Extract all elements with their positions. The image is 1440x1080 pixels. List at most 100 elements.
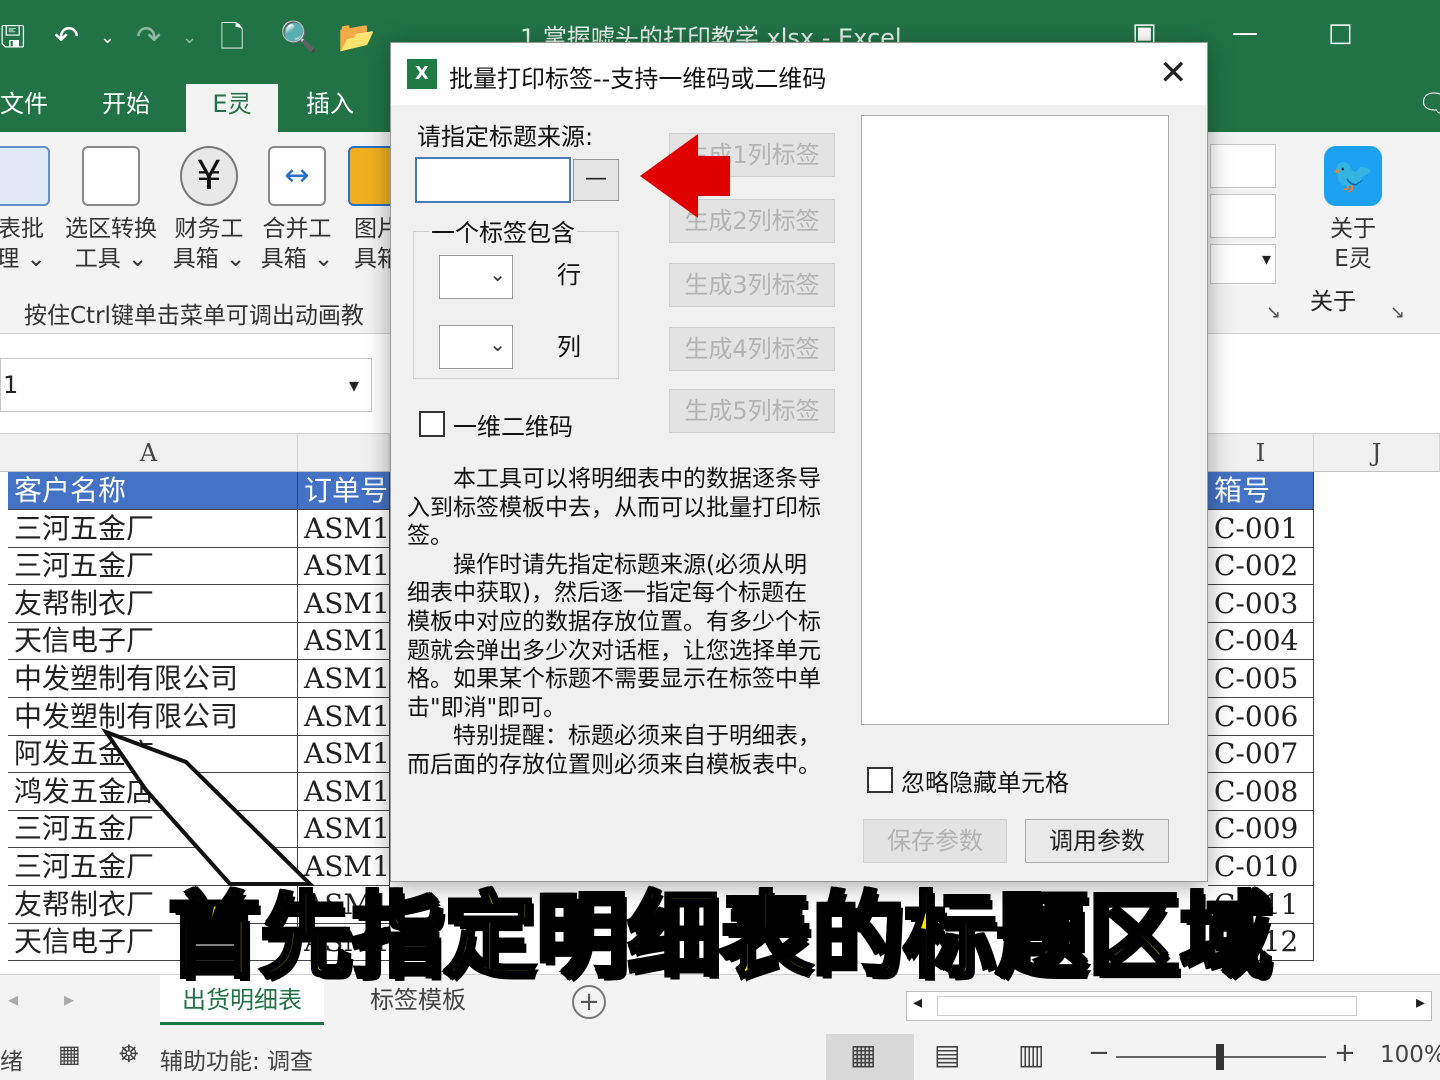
open-folder-icon[interactable]: 📂 xyxy=(338,18,375,58)
undo-icon[interactable]: ↶ xyxy=(54,18,79,58)
tab-eling[interactable]: E灵 xyxy=(186,84,278,132)
zoom-in-icon[interactable]: + xyxy=(1334,1038,1356,1068)
chevron-down-icon: ⌄ xyxy=(489,262,506,286)
accessibility-icon[interactable]: ☸ xyxy=(118,1040,140,1068)
ribbon-label: E灵 xyxy=(1334,246,1372,272)
ignore-hidden-checkbox[interactable] xyxy=(867,767,893,793)
tab-file[interactable]: 文件 xyxy=(0,84,62,132)
table-cell-box[interactable]: C-004 xyxy=(1208,622,1314,661)
accessibility-status[interactable]: 辅助功能: 调查 xyxy=(160,1042,313,1076)
table-cell-order[interactable]: ASM190 xyxy=(298,509,390,548)
bird-icon: 🐦 xyxy=(1324,146,1382,206)
zoom-level[interactable]: 100% xyxy=(1380,1042,1440,1068)
dialog-launcher-icon[interactable]: ↘ xyxy=(1266,302,1281,323)
generate-3-col-button[interactable]: 生成3列标签 xyxy=(669,263,835,307)
save-params-button[interactable]: 保存参数 xyxy=(863,819,1007,863)
table-cell-box[interactable]: C-001 xyxy=(1208,509,1314,548)
chevron-down-icon[interactable]: ▾ xyxy=(349,359,359,411)
preview-list-box[interactable] xyxy=(861,115,1169,725)
cols-combo[interactable]: ⌄ xyxy=(439,325,513,369)
horizontal-scrollbar[interactable]: ◂ ▸ xyxy=(906,991,1432,1021)
about-eling-button[interactable]: 🐦 关于 E灵 xyxy=(1308,146,1398,274)
table-cell-order[interactable]: ASM190 xyxy=(298,584,390,623)
ribbon-label: 关于 xyxy=(1330,216,1376,242)
ribbon-label: 具箱 ⌄ xyxy=(172,246,246,272)
column-header-j[interactable]: J xyxy=(1314,434,1440,472)
about-group-label: 关于 xyxy=(1310,289,1356,315)
table-cell-box[interactable]: C-003 xyxy=(1208,584,1314,623)
table-cell-box[interactable]: C-008 xyxy=(1208,772,1314,811)
close-icon[interactable]: ✕ xyxy=(1159,53,1188,93)
table-cell-box[interactable]: C-002 xyxy=(1208,547,1314,586)
table-cell-order[interactable]: ASM190 xyxy=(298,547,390,586)
table-convert-icon xyxy=(82,146,140,206)
page-break-icon[interactable]: ▥ xyxy=(1018,1038,1044,1071)
new-file-icon[interactable]: 🗋 xyxy=(220,18,244,58)
ribbon-field-1[interactable] xyxy=(1210,144,1276,188)
undo-dropdown-icon[interactable]: ⌄ xyxy=(100,18,115,58)
header-cell-box[interactable]: 箱号 xyxy=(1208,472,1314,510)
dialog-launcher-icon[interactable]: ↘ xyxy=(1390,302,1405,323)
ribbon-label: 具箱 ⌄ xyxy=(260,246,334,272)
status-bar: 绪 ▦ ☸ 辅助功能: 调查 ▦ ▤ ▥ − + 100% xyxy=(0,1034,1440,1080)
grid-view-icon: ▦ xyxy=(850,1038,877,1071)
ribbon-dropdown[interactable]: ▾ xyxy=(1210,244,1276,284)
zoom-out-icon[interactable]: − xyxy=(1088,1038,1110,1068)
status-ready: 绪 xyxy=(0,1049,23,1075)
rows-label: 行 xyxy=(557,261,581,289)
column-header-a[interactable]: A xyxy=(0,434,298,472)
chevron-down-icon: ▾ xyxy=(1261,249,1271,270)
table-cell-box[interactable]: C-007 xyxy=(1208,735,1314,774)
merge-toolbox-button[interactable]: ↔ 合并工 具箱 ⌄ xyxy=(252,146,342,274)
header-cell-customer[interactable]: 客户名称 xyxy=(8,472,298,510)
pick-range-button[interactable]: — xyxy=(573,159,619,201)
description-paragraph: 本工具可以将明细表中的数据逐条导入到标签模板中去，从而可以批量打印标签。 xyxy=(407,466,821,550)
table-cell-customer[interactable]: 天信电子厂 xyxy=(8,622,298,661)
load-params-button[interactable]: 调用参数 xyxy=(1025,819,1169,863)
name-box-value: 1 xyxy=(3,371,19,399)
title-source-input[interactable] xyxy=(415,157,571,203)
table-cell-customer[interactable]: 三河五金厂 xyxy=(8,509,298,548)
table-cell-box[interactable]: C-006 xyxy=(1208,697,1314,736)
table-cell-customer[interactable]: 友帮制衣厂 xyxy=(8,584,298,623)
normal-view-button[interactable]: ▦ xyxy=(826,1034,914,1080)
scrollbar-thumb[interactable] xyxy=(937,996,1357,1016)
rows-combo[interactable]: ⌄ xyxy=(439,255,513,299)
redo-icon[interactable]: ↷ xyxy=(136,18,161,58)
barcode-label: 一维二维码 xyxy=(453,413,573,441)
column-header-b[interactable] xyxy=(298,434,390,472)
ribbon-field-2[interactable] xyxy=(1210,194,1276,238)
ribbon-label: 工具 ⌄ xyxy=(74,246,148,272)
table-cell-order[interactable]: ASM190 xyxy=(298,622,390,661)
minimize-icon[interactable]: — xyxy=(1232,18,1258,48)
selection-convert-button[interactable]: 选区转换 工具 ⌄ xyxy=(56,146,166,274)
generate-4-col-button[interactable]: 生成4列标签 xyxy=(669,327,835,371)
generate-5-col-button[interactable]: 生成5列标签 xyxy=(669,389,835,433)
table-cell-customer[interactable]: 三河五金厂 xyxy=(8,547,298,586)
header-cell-order[interactable]: 订单号 xyxy=(298,472,390,510)
finance-toolbox-button[interactable]: ¥ 财务工 具箱 ⌄ xyxy=(164,146,254,274)
comments-icon[interactable]: 🗨 xyxy=(1418,84,1440,124)
column-header-i[interactable]: I xyxy=(1208,434,1314,472)
macro-record-icon[interactable]: ▦ xyxy=(58,1040,81,1068)
tab-home[interactable]: 开始 xyxy=(88,84,164,132)
source-label: 请指定标题来源: xyxy=(417,123,594,151)
print-preview-icon[interactable]: 🔍 xyxy=(280,18,317,58)
table-cell-box[interactable]: C-009 xyxy=(1208,810,1314,849)
redo-dropdown-icon[interactable]: ⌄ xyxy=(182,18,197,58)
tab-insert[interactable]: 插入 xyxy=(292,84,368,132)
page-layout-icon[interactable]: ▤ xyxy=(934,1038,960,1071)
dialog-title: 批量打印标签--支持一维码或二维码 xyxy=(449,65,827,93)
maximize-icon[interactable]: □ xyxy=(1328,18,1353,48)
name-box[interactable]: 1 ▾ xyxy=(0,358,372,412)
save-icon[interactable]: 🖫 xyxy=(0,18,26,58)
batch-print-label-dialog: X 批量打印标签--支持一维码或二维码 ✕ 请指定标题来源: — 一个标签包含 … xyxy=(390,42,1208,882)
scroll-left-icon[interactable]: ◂ xyxy=(913,992,922,1013)
group-label: 一个标签包含 xyxy=(429,213,577,248)
scroll-right-icon[interactable]: ▸ xyxy=(1416,992,1425,1013)
table-cell-box[interactable]: C-005 xyxy=(1208,660,1314,698)
table-cell-customer[interactable]: 中发塑制有限公司 xyxy=(8,660,298,698)
table-cell-order[interactable]: ASM190 xyxy=(298,660,390,698)
barcode-checkbox[interactable] xyxy=(419,411,445,437)
zoom-slider-handle[interactable] xyxy=(1216,1044,1224,1070)
